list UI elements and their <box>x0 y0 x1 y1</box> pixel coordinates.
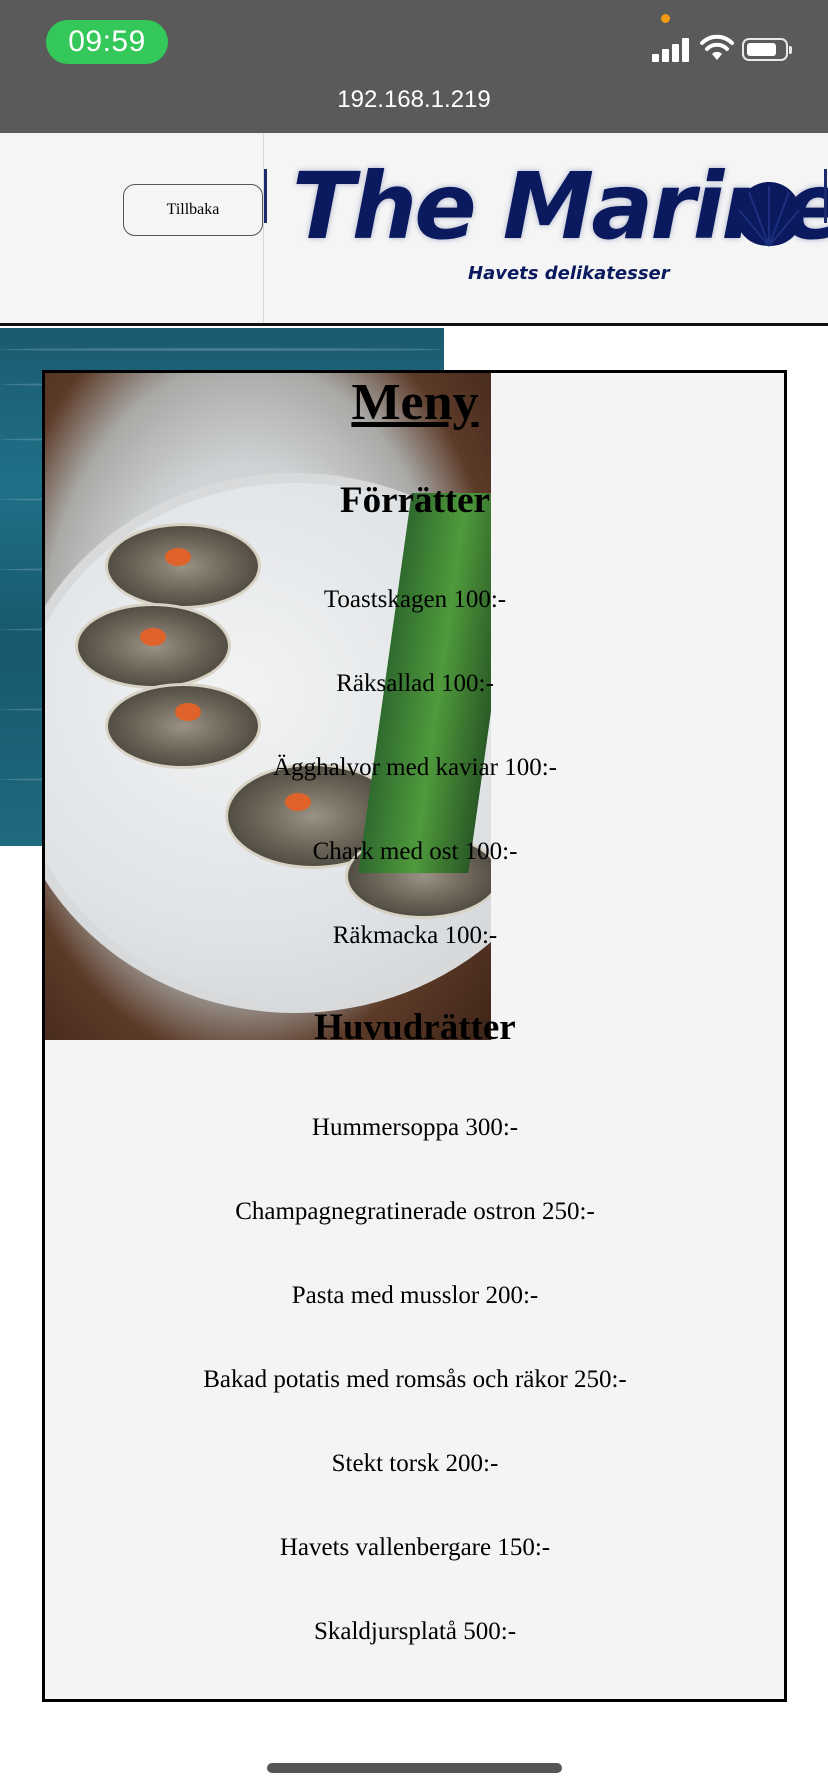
menu-title: Meny <box>351 374 479 431</box>
menu-item: Stekt torsk 200:- <box>331 1450 499 1477</box>
seashell-icon <box>736 182 802 247</box>
menu-item: Räkmacka 100:- <box>332 922 498 949</box>
menu-item: Bakad potatis med romsås och räkor 250:- <box>203 1366 627 1393</box>
logo-border-right <box>824 169 827 223</box>
site-header: Tillbaka The Marine Havets delikatesser <box>0 133 828 326</box>
status-time: 09:59 <box>46 20 168 64</box>
menu-item: Skaldjursplatå 500:- <box>313 1618 517 1645</box>
menu-item: Räksallad 100:- <box>336 670 494 697</box>
home-indicator[interactable] <box>267 1763 562 1773</box>
back-button[interactable]: Tillbaka <box>123 184 263 236</box>
menu-card: Meny Förrätter Toastskagen 100:- Räksall… <box>42 370 787 1702</box>
menu-item: Toastskagen 100:- <box>323 586 507 613</box>
menu-item: Pasta med musslor 200:- <box>291 1282 539 1309</box>
battery-icon <box>742 38 792 61</box>
wifi-icon <box>700 34 734 60</box>
header-divider <box>263 133 264 323</box>
status-bar: 09:59 192.168.1.219 <box>0 0 828 133</box>
cellular-signal-icon <box>652 38 690 62</box>
address-bar-url[interactable]: 192.168.1.219 <box>0 86 828 114</box>
privacy-indicator-dot <box>661 14 670 23</box>
logo-subtitle: Havets delikatesser <box>468 263 670 284</box>
menu-item: Champagnegratinerade ostron 250:- <box>235 1198 595 1225</box>
section-heading-main-courses: Huvudrätter <box>314 1007 516 1048</box>
section-heading-starters: Förrätter <box>340 480 490 521</box>
menu-item: Ägghalvor med kaviar 100:- <box>273 754 557 781</box>
menu-item: Havets vallenbergare 150:- <box>279 1534 551 1561</box>
logo-border-left <box>264 169 267 223</box>
menu-item: Hummersoppa 300:- <box>311 1114 519 1141</box>
menu-item: Chark med ost 100:- <box>312 838 518 865</box>
